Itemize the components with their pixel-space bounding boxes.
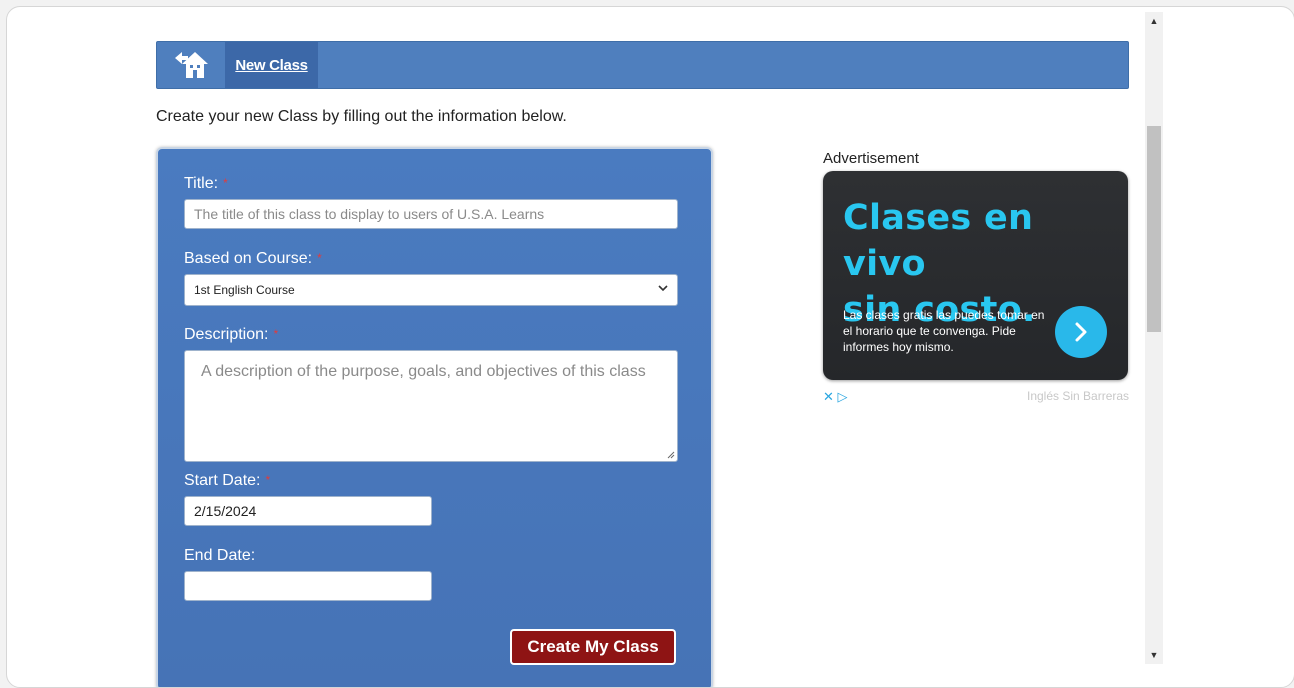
- intro-text: Create your new Class by filling out the…: [156, 108, 567, 125]
- tab-new-class[interactable]: New Class: [225, 42, 318, 88]
- resize-grip-icon[interactable]: [667, 451, 675, 459]
- ad-banner[interactable]: Clases en vivo sin costo. Las clases gra…: [823, 171, 1128, 380]
- description-placeholder: A description of the purpose, goals, and…: [201, 363, 646, 380]
- title-placeholder: The title of this class to display to us…: [194, 206, 545, 222]
- course-label: Based on Course: *: [184, 250, 322, 267]
- end-date-input[interactable]: [184, 571, 432, 601]
- ad-body-text: Las clases gratis las puedes tomar en el…: [843, 308, 1045, 354]
- title-input[interactable]: The title of this class to display to us…: [184, 199, 678, 229]
- required-marker: *: [273, 327, 279, 341]
- start-date-input[interactable]: 2/15/2024: [184, 496, 432, 526]
- browser-page: New Class Create your new Class by filli…: [6, 6, 1294, 688]
- end-date-label: End Date:: [184, 547, 256, 564]
- chevron-right-icon: [1075, 322, 1087, 342]
- scroll-down-icon[interactable]: ▼: [1145, 648, 1163, 662]
- home-back-button[interactable]: [157, 42, 225, 88]
- required-marker: *: [223, 176, 228, 190]
- start-date-value: 2/15/2024: [194, 503, 257, 519]
- required-marker: *: [265, 473, 271, 487]
- start-date-label: Start Date: *: [184, 472, 271, 489]
- chevron-down-icon: [657, 281, 669, 297]
- ad-choices-icon[interactable]: ✕ ▷: [823, 389, 848, 405]
- description-textarea[interactable]: A description of the purpose, goals, and…: [184, 350, 678, 462]
- class-navbar: New Class: [156, 41, 1129, 89]
- tab-new-class-label: New Class: [235, 56, 308, 74]
- title-label: Title: *: [184, 175, 228, 192]
- vertical-scrollbar[interactable]: ▲ ▼: [1145, 12, 1163, 664]
- description-label: Description: *: [184, 326, 279, 343]
- ad-arrow-button[interactable]: [1055, 306, 1107, 358]
- scrollbar-thumb[interactable]: [1147, 126, 1161, 332]
- advertisement-label: Advertisement: [823, 150, 919, 167]
- course-selected-value: 1st English Course: [194, 283, 295, 297]
- ad-sponsor[interactable]: Inglés Sin Barreras: [1027, 389, 1129, 403]
- home-back-icon: [175, 52, 208, 78]
- create-my-class-button[interactable]: Create My Class: [510, 629, 676, 665]
- scroll-up-icon[interactable]: ▲: [1145, 14, 1163, 28]
- course-select[interactable]: 1st English Course: [184, 274, 678, 306]
- required-marker: *: [317, 251, 322, 265]
- new-class-form: Title: * The title of this class to displ…: [156, 147, 713, 687]
